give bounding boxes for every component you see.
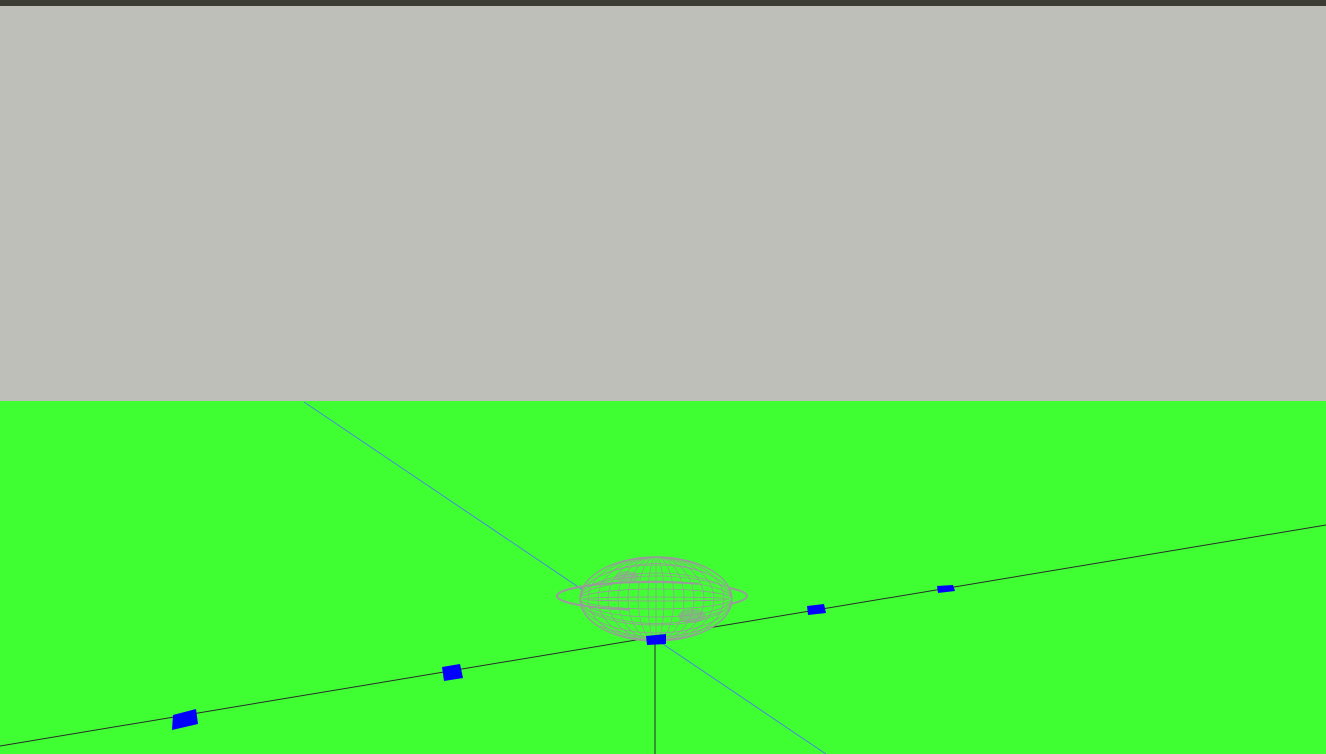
3d-viewport[interactable]: [0, 6, 1326, 754]
marker-block-2[interactable]: [442, 664, 463, 681]
axis-line-diagonal: [303, 401, 827, 754]
scene-overlay[interactable]: [0, 6, 1326, 754]
app-window: [0, 0, 1326, 754]
marker-block-1[interactable]: [172, 709, 198, 730]
marker-block-4[interactable]: [807, 604, 826, 615]
wireframe-sphere[interactable]: [556, 556, 748, 642]
marker-block-5[interactable]: [937, 585, 955, 593]
